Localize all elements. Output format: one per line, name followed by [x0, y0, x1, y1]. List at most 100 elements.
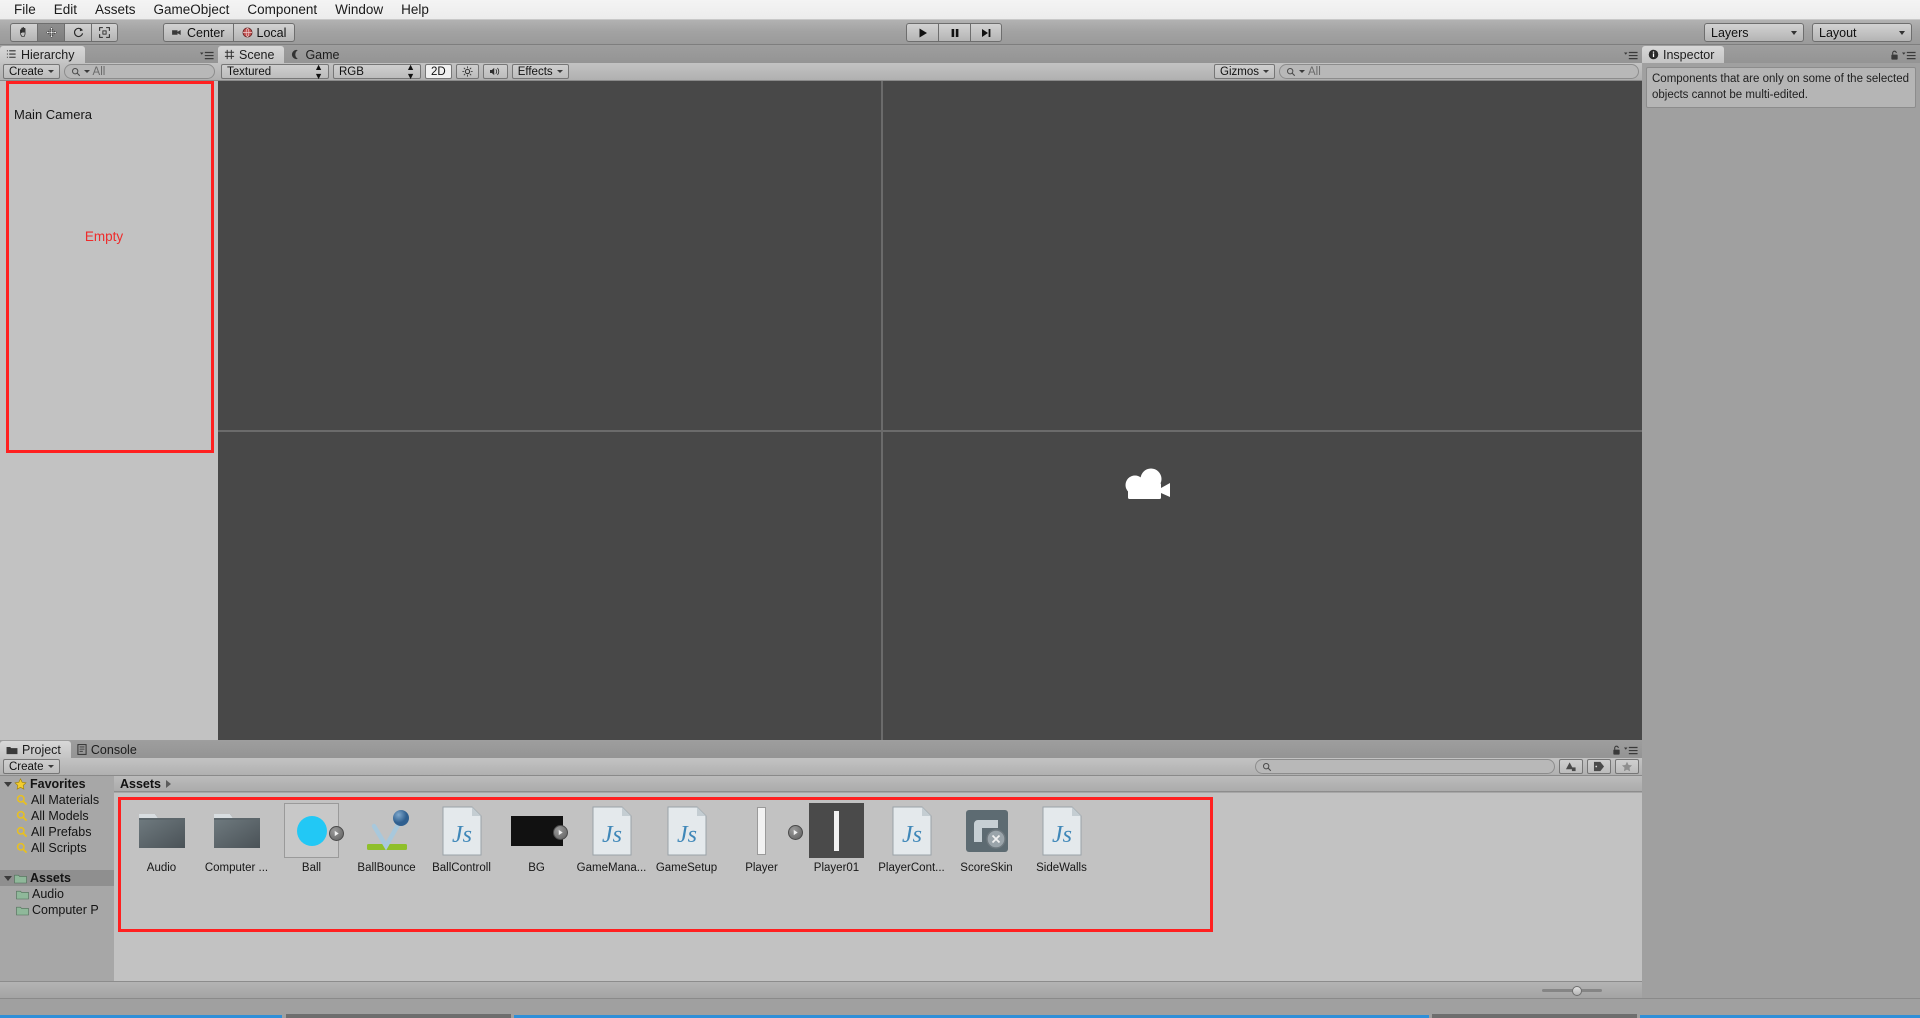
- project-favorite-filter-button[interactable]: [1615, 759, 1639, 774]
- js-script-icon: Js: [1042, 806, 1081, 855]
- hierarchy-search-input[interactable]: All: [63, 64, 215, 79]
- js-script-icon: Js: [667, 806, 706, 855]
- asset-item-computer[interactable]: Computer ...: [205, 803, 268, 874]
- play-button[interactable]: [906, 23, 938, 42]
- tree-row-audio[interactable]: Audio: [0, 886, 114, 902]
- tab-inspector[interactable]: Inspector: [1642, 46, 1725, 63]
- lock-icon[interactable]: [1890, 50, 1899, 61]
- layout-dropdown[interactable]: Layout: [1812, 23, 1912, 42]
- asset-item-playercontroller[interactable]: Js PlayerCont...: [878, 803, 945, 874]
- menu-window[interactable]: Window: [326, 0, 392, 19]
- menu-file[interactable]: File: [5, 0, 45, 19]
- project-label-filter-button[interactable]: [1587, 759, 1611, 774]
- main-toolbar: Center Local Layers Layout: [0, 20, 1920, 45]
- scene-search-placeholder: All: [1308, 65, 1321, 78]
- asset-item-gamesetup[interactable]: Js GameSetup: [656, 803, 717, 874]
- project-tabbar: Project Console: [0, 740, 1642, 758]
- menu-assets[interactable]: Assets: [86, 0, 145, 19]
- tab-game[interactable]: Game: [284, 46, 349, 63]
- taskbar-item-2[interactable]: [286, 1014, 511, 1018]
- project-tree[interactable]: Favorites All Materials All Models All P…: [0, 776, 114, 998]
- asset-item-bg[interactable]: BG: [509, 803, 568, 874]
- tab-project-label: Project: [22, 742, 61, 757]
- hierarchy-create-button[interactable]: Create: [3, 64, 60, 79]
- asset-item-sidewalls[interactable]: Js SideWalls: [1034, 803, 1089, 874]
- asset-item-player[interactable]: Player: [734, 803, 803, 874]
- scale-tool-button[interactable]: [91, 23, 118, 42]
- layers-dropdown[interactable]: Layers: [1704, 23, 1804, 42]
- scene-2d-toggle[interactable]: 2D: [425, 64, 452, 79]
- asset-label: GameMana...: [576, 862, 647, 874]
- menu-gameobject[interactable]: GameObject: [145, 0, 239, 19]
- tree-row-all-prefabs[interactable]: All Prefabs: [0, 824, 114, 840]
- tree-label-audio: Audio: [32, 887, 64, 901]
- tab-console[interactable]: Console: [71, 741, 147, 758]
- js-script-icon: Js: [892, 806, 931, 855]
- panel-menu-icon[interactable]: [1624, 51, 1638, 61]
- project-type-filter-button[interactable]: [1559, 759, 1583, 774]
- svg-text:Js: Js: [902, 822, 922, 848]
- menu-component[interactable]: Component: [238, 0, 326, 19]
- taskbar-item-4[interactable]: [1432, 1014, 1637, 1018]
- asset-item-ballcontroll[interactable]: Js BallControll: [432, 803, 491, 874]
- menu-edit[interactable]: Edit: [45, 0, 86, 19]
- asset-thumb-prefab: [284, 803, 344, 858]
- scene-search-input[interactable]: All: [1279, 64, 1639, 79]
- panel-menu-icon[interactable]: [1624, 746, 1638, 756]
- pause-button[interactable]: [938, 23, 970, 42]
- tree-row-all-materials[interactable]: All Materials: [0, 792, 114, 808]
- asset-item-audio[interactable]: Audio: [134, 803, 189, 874]
- asset-label: Audio: [146, 862, 177, 874]
- tree-row-all-scripts[interactable]: All Scripts: [0, 840, 114, 856]
- lock-icon[interactable]: [1612, 745, 1621, 756]
- pivot-mode-button[interactable]: Center: [163, 23, 233, 42]
- move-tool-button[interactable]: [37, 23, 64, 42]
- scene-render-mode-dropdown[interactable]: RGB ▲ ▼: [333, 62, 421, 80]
- tab-hierarchy[interactable]: Hierarchy: [0, 46, 85, 63]
- scene-lighting-toggle[interactable]: [455, 64, 479, 79]
- tree-label-all-models: All Models: [31, 809, 89, 823]
- tree-row-computer-p[interactable]: Computer P: [0, 902, 114, 918]
- asset-item-ballbounce[interactable]: BallBounce: [357, 803, 416, 874]
- tree-row-assets[interactable]: Assets: [0, 870, 114, 886]
- asset-item-player01[interactable]: Player01: [809, 803, 864, 874]
- asset-label: Ball: [301, 862, 322, 874]
- tab-project[interactable]: Project: [0, 741, 71, 758]
- project-create-button[interactable]: Create: [3, 759, 60, 774]
- asset-browser[interactable]: Audio Computer ... Ball BallBounce Js Ba…: [114, 793, 1642, 998]
- hierarchy-tree[interactable]: Main Camera Empty: [0, 81, 218, 740]
- tree-row-all-models[interactable]: All Models: [0, 808, 114, 824]
- zoom-knob[interactable]: [1572, 986, 1582, 996]
- asset-item-scoreskin[interactable]: ScoreSkin: [959, 803, 1014, 874]
- tree-row-favorites[interactable]: Favorites: [0, 776, 114, 792]
- scene-audio-toggle[interactable]: [482, 64, 508, 79]
- menu-help[interactable]: Help: [392, 0, 438, 19]
- hierarchy-toolbar: Create All: [0, 63, 218, 81]
- tab-scene[interactable]: Scene: [218, 46, 285, 63]
- asset-label: PlayerCont...: [878, 862, 945, 874]
- asset-item-ball[interactable]: Ball: [284, 803, 344, 874]
- scene-gizmos-dropdown[interactable]: Gizmos: [1214, 64, 1275, 79]
- asset-thumb-folder: [209, 803, 264, 858]
- breadcrumb-assets[interactable]: Assets: [120, 777, 161, 791]
- scene-draw-mode-dropdown[interactable]: Textured ▲ ▼: [221, 62, 329, 80]
- panel-menu-icon[interactable]: [1902, 51, 1916, 61]
- asset-grid: Audio Computer ... Ball BallBounce Js Ba…: [134, 803, 1089, 874]
- hierarchy-search-placeholder: All: [92, 65, 106, 78]
- panel-menu-icon[interactable]: [200, 51, 214, 61]
- hand-tool-button[interactable]: [10, 23, 37, 42]
- rotate-tool-button[interactable]: [64, 23, 91, 42]
- pivot-rotation-button[interactable]: Local: [232, 23, 296, 42]
- chevron-down-icon[interactable]: [4, 781, 12, 787]
- scene-effects-dropdown[interactable]: Effects: [511, 64, 569, 79]
- project-search-input[interactable]: [1255, 759, 1555, 774]
- hierarchy-item-main-camera[interactable]: Main Camera: [14, 107, 92, 122]
- camera-gizmo[interactable]: [1119, 468, 1173, 509]
- asset-label: BallBounce: [357, 862, 416, 874]
- step-button[interactable]: [970, 23, 1002, 42]
- chevron-down-icon[interactable]: [4, 875, 12, 881]
- asset-thumb-physic-material: [359, 803, 414, 858]
- asset-item-gamemanager[interactable]: Js GameMana...: [577, 803, 646, 874]
- scene-viewport[interactable]: [218, 81, 1642, 773]
- asset-zoom-slider[interactable]: [1542, 986, 1602, 996]
